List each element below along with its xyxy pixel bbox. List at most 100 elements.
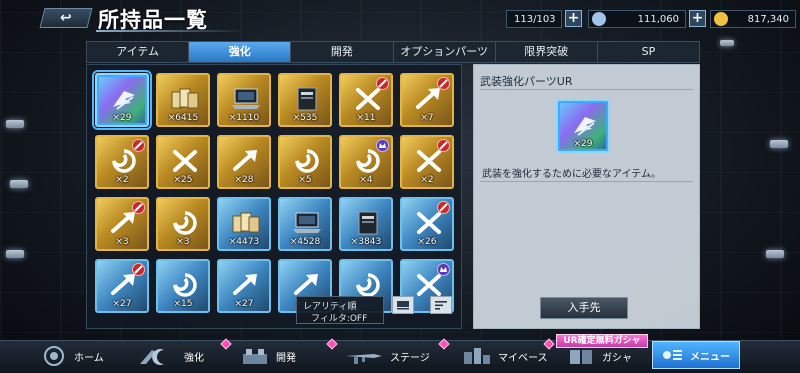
item-slot[interactable]: ×5 [278, 135, 332, 189]
item-slot[interactable]: ×26 [400, 197, 454, 251]
item-quantity: ×4473 [228, 237, 260, 247]
rarity-filter-button[interactable]: レアリティ順 フィルタ:OFF [296, 296, 384, 324]
item-quantity: ×4 [359, 175, 373, 185]
tab-limit-break[interactable]: 限界突破 [496, 42, 598, 62]
item-quantity: ×15 [173, 299, 193, 309]
item-slot[interactable]: ×6415 [156, 73, 210, 127]
item-slot[interactable]: ×4528 [278, 197, 332, 251]
nav-gacha[interactable]: ガシャ [566, 343, 632, 369]
item-quantity: ×2 [115, 175, 129, 185]
rank-badge-icon [437, 263, 450, 276]
item-quantity: ×2 [420, 175, 434, 185]
item-quantity: ×6415 [167, 113, 199, 123]
cross-blades-icon [169, 146, 201, 176]
item-slot[interactable]: ×2 [95, 135, 149, 189]
nav-home[interactable]: ホーム [40, 343, 104, 369]
crystal-value: 111,060 [637, 13, 679, 25]
gacha-icon [566, 346, 596, 366]
obtain-source-button[interactable]: 入手先 [540, 297, 628, 319]
nav-enhance-label: 強化 [184, 352, 204, 364]
swirl-icon [291, 146, 323, 176]
coin-counter: 817,340 [710, 10, 796, 28]
tab-enhance[interactable]: 強化 [189, 42, 292, 62]
item-slot[interactable]: ×29 [92, 70, 152, 130]
item-quantity: ×4528 [289, 237, 321, 247]
bg-light [766, 250, 784, 258]
crystal-icon [592, 12, 606, 26]
divider [480, 181, 693, 182]
rank-badge-icon [376, 139, 389, 152]
nav-stage[interactable]: ステージ [344, 343, 430, 369]
item-slot[interactable]: ×15 [156, 259, 210, 313]
list-view-button[interactable] [392, 296, 414, 314]
chip-icon [352, 208, 384, 238]
item-quantity: ×26 [417, 237, 437, 247]
back-arrow-icon: ↩ [60, 10, 72, 26]
item-quantity: ×28 [234, 175, 254, 185]
bg-light [770, 140, 788, 148]
item-slot[interactable]: ×4473 [217, 197, 271, 251]
arrow-icon [230, 146, 262, 176]
item-slot[interactable]: ×7 [400, 73, 454, 127]
nav-mybase-label: マイベース [498, 352, 548, 364]
develop-icon [240, 346, 270, 366]
item-grid: ×29 ×6415 ×1110 ×535 ×11 ×7 ×2 ×25 ×28 ×5 ×4 ×2 ×3 ×3… [86, 64, 462, 329]
coin-stack-icon [230, 208, 262, 238]
nav-develop-label: 開発 [276, 352, 296, 364]
item-slot[interactable]: ×27 [217, 259, 271, 313]
home-icon [40, 345, 68, 367]
item-quantity: ×29 [573, 139, 593, 149]
back-button[interactable]: ↩ [39, 8, 93, 28]
item-slot[interactable]: ×3843 [339, 197, 393, 251]
add-crystal-button[interactable]: + [689, 10, 706, 27]
wing-icon [569, 110, 601, 140]
tab-option-parts[interactable]: オプションパーツ [394, 42, 496, 62]
stamina-value: 113/103 [514, 13, 556, 25]
item-slot[interactable]: ×3 [95, 197, 149, 251]
item-quantity: ×25 [173, 175, 193, 185]
equip-type-badge-icon [437, 201, 450, 214]
equip-type-badge-icon [376, 77, 389, 90]
menu-button[interactable]: メニュー [652, 341, 740, 369]
item-quantity: ×5 [298, 175, 312, 185]
title-underline [96, 30, 246, 32]
item-slot[interactable]: ×25 [156, 135, 210, 189]
item-slot[interactable]: ×2 [400, 135, 454, 189]
bg-light [6, 120, 24, 128]
nav-develop[interactable]: 開発 [240, 343, 296, 369]
laptop-icon [230, 84, 262, 114]
tab-sp[interactable]: SP [598, 42, 699, 62]
item-slot[interactable]: ×4 [339, 135, 393, 189]
item-slot[interactable]: ×1110 [217, 73, 271, 127]
nav-mybase[interactable]: マイベース [462, 343, 548, 369]
nav-enhance[interactable]: 強化 [138, 343, 204, 369]
filter-state-label: フィルタ:OFF [311, 314, 368, 324]
arrow-icon [230, 270, 262, 300]
item-quantity: ×27 [112, 299, 132, 309]
item-quantity: ×3 [176, 237, 190, 247]
menu-label: メニュー [690, 351, 730, 363]
item-detail-panel: 武装強化パーツUR ×29 武装を強化するために必要なアイテム。 入手先 [473, 64, 700, 329]
enhance-icon [138, 346, 178, 366]
item-quantity: ×3 [115, 237, 129, 247]
item-quantity: ×3843 [350, 237, 382, 247]
item-slot[interactable]: ×27 [95, 259, 149, 313]
bg-light [720, 40, 734, 46]
item-slot[interactable]: ×3 [156, 197, 210, 251]
item-slot[interactable]: ×28 [217, 135, 271, 189]
item-slot[interactable]: ×11 [339, 73, 393, 127]
sort-button[interactable] [430, 296, 452, 314]
coin-value: 817,340 [747, 13, 789, 25]
item-slot[interactable]: ×535 [278, 73, 332, 127]
item-quantity: ×7 [420, 113, 434, 123]
tab-item[interactable]: アイテム [87, 42, 190, 62]
tab-develop[interactable]: 開発 [291, 42, 394, 62]
sort-icon [435, 301, 447, 310]
laptop-icon [291, 208, 323, 238]
add-stamina-button[interactable]: + [565, 10, 582, 27]
category-tabs: アイテム 強化 開発 オプションパーツ 限界突破 SP [86, 41, 700, 63]
coin-stack-icon [169, 84, 201, 114]
equip-type-badge-icon [132, 201, 145, 214]
item-name: 武装強化パーツUR [480, 75, 573, 88]
equip-type-badge-icon [437, 77, 450, 90]
